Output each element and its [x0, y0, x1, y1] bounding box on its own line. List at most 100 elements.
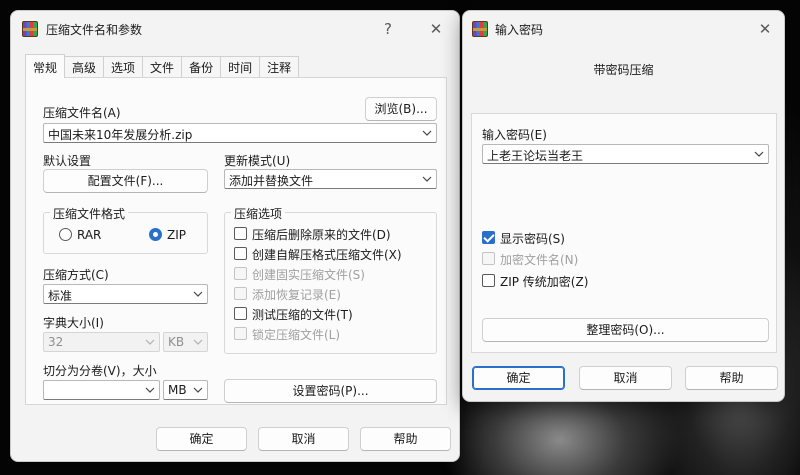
compression-options-title: 压缩选项 — [231, 205, 286, 222]
chevron-down-icon — [193, 387, 203, 393]
split-volumes-label: 切分为分卷(V)，大小 — [43, 364, 157, 378]
option-lock-archive[interactable]: 锁定压缩文件(L) — [234, 325, 434, 342]
tab-advanced[interactable]: 高级 — [64, 56, 105, 78]
encrypt-filenames-checkbox[interactable]: 加密文件名(N) — [482, 250, 682, 267]
organize-passwords-button[interactable]: 整理密码(O)... — [482, 318, 769, 342]
checkbox-icon — [234, 307, 247, 320]
checkbox-icon — [234, 287, 247, 300]
option-label: 添加恢复记录(E) — [252, 288, 341, 302]
archive-name-combobox[interactable]: 中国未来10年发展分析.zip — [43, 123, 437, 143]
header-text: 带密码压缩 — [593, 63, 654, 77]
dictionary-unit-value: KB — [168, 335, 185, 349]
checkbox-icon — [482, 252, 495, 265]
zip-legacy-encryption-checkbox[interactable]: ZIP 传统加密(Z) — [482, 272, 682, 289]
dictionary-unit-select[interactable]: KB — [163, 332, 208, 352]
tab-backup[interactable]: 备份 — [181, 56, 222, 78]
close-icon[interactable]: ✕ — [425, 19, 447, 39]
default-settings-label: 默认设置 — [43, 154, 92, 168]
ok-button[interactable]: 确定 — [156, 427, 247, 451]
chevron-down-icon — [754, 151, 764, 157]
update-mode-select[interactable]: 添加并替换文件 — [224, 169, 437, 189]
checkbox-icon — [234, 267, 247, 280]
chevron-down-icon — [145, 387, 155, 393]
encrypt-filenames-label: 加密文件名(N) — [500, 253, 579, 267]
password-panel: 输入密码(E) 上老王论坛当老王 显示密码(S) 加密文件名(N) ZIP 传统… — [471, 113, 777, 353]
compression-method-value: 标准 — [48, 289, 73, 303]
compression-method-select[interactable]: 标准 — [43, 284, 208, 304]
tab-options[interactable]: 选项 — [103, 56, 144, 78]
format-rar-label: RAR — [77, 228, 102, 242]
tab-time[interactable]: 时间 — [220, 56, 261, 78]
help-button[interactable]: 帮助 — [685, 366, 778, 390]
help-button[interactable]: 帮助 — [360, 427, 451, 451]
show-password-label: 显示密码(S) — [500, 232, 565, 246]
archive-name-label: 压缩文件名(A) — [43, 106, 121, 120]
update-mode-value: 添加并替换文件 — [229, 174, 314, 188]
winrar-app-icon — [22, 21, 38, 37]
compression-options-group: 压缩选项 压缩后删除原来的文件(D) 创建自解压格式压缩文件(X) 创建固实压缩… — [224, 205, 437, 354]
title-bar[interactable]: 压缩文件名和参数 ? ✕ — [11, 11, 459, 47]
checkbox-checked-icon — [482, 231, 495, 244]
show-password-checkbox[interactable]: 显示密码(S) — [482, 229, 682, 246]
checkbox-icon — [234, 227, 247, 240]
format-rar-radio[interactable]: RAR — [59, 227, 119, 243]
option-label: 创建自解压格式压缩文件(X) — [252, 248, 402, 262]
password-header: 带密码压缩 — [463, 47, 784, 113]
password-label: 输入密码(E) — [482, 128, 547, 142]
title-bar[interactable]: 输入密码 ✕ — [463, 11, 784, 47]
chevron-down-icon — [422, 176, 432, 182]
archive-name-value: 中国未来10年发展分析.zip — [48, 128, 193, 142]
dictionary-size-select[interactable]: 32 — [43, 332, 160, 352]
winrar-app-icon — [472, 21, 488, 37]
option-label: 锁定压缩文件(L) — [252, 328, 341, 342]
option-label: 压缩后删除原来的文件(D) — [252, 228, 391, 242]
option-recovery-record[interactable]: 添加恢复记录(E) — [234, 285, 434, 302]
option-delete-after[interactable]: 压缩后删除原来的文件(D) — [234, 225, 434, 242]
chevron-down-icon — [422, 130, 432, 136]
radio-selected-icon — [149, 228, 162, 241]
checkbox-icon — [482, 274, 495, 287]
tab-general[interactable]: 常规 — [25, 54, 66, 78]
chevron-down-icon — [145, 339, 155, 345]
set-password-button[interactable]: 设置密码(P)... — [224, 379, 437, 403]
checkbox-icon — [234, 327, 247, 340]
format-zip-label: ZIP — [167, 228, 186, 242]
option-label: 测试压缩的文件(T) — [252, 308, 353, 322]
close-icon[interactable]: ✕ — [754, 19, 776, 39]
password-value: 上老王论坛当老王 — [487, 149, 584, 163]
general-tab-panel: 压缩文件名(A) 浏览(B)... 中国未来10年发展分析.zip 默认设置 配… — [25, 77, 447, 405]
option-test-files[interactable]: 测试压缩的文件(T) — [234, 305, 434, 322]
tab-strip: 常规 高级 选项 文件 备份 时间 注释 — [25, 54, 300, 78]
dictionary-size-label: 字典大小(I) — [43, 316, 104, 330]
cancel-button[interactable]: 取消 — [258, 427, 349, 451]
password-input[interactable]: 上老王论坛当老王 — [482, 144, 769, 164]
archive-format-group: 压缩文件格式 RAR ZIP — [43, 205, 208, 254]
enter-password-dialog: 输入密码 ✕ 带密码压缩 输入密码(E) 上老王论坛当老王 显示密码(S) 加密… — [462, 10, 785, 402]
option-solid-archive[interactable]: 创建固实压缩文件(S) — [234, 265, 434, 282]
update-mode-label: 更新模式(U) — [224, 154, 291, 168]
help-titlebar-button[interactable]: ? — [377, 19, 399, 39]
format-zip-radio[interactable]: ZIP — [149, 227, 199, 243]
checkbox-icon — [234, 247, 247, 260]
option-create-sfx[interactable]: 创建自解压格式压缩文件(X) — [234, 245, 434, 262]
dictionary-size-value: 32 — [48, 335, 64, 349]
dialog-title: 输入密码 — [495, 23, 544, 37]
profiles-button[interactable]: 配置文件(F)... — [43, 169, 208, 193]
browse-button[interactable]: 浏览(B)... — [365, 97, 437, 121]
tab-comment[interactable]: 注释 — [259, 56, 300, 78]
option-label: 创建固实压缩文件(S) — [252, 268, 365, 282]
compression-method-label: 压缩方式(C) — [43, 268, 109, 282]
radio-icon — [59, 228, 72, 241]
ok-button[interactable]: 确定 — [472, 366, 565, 390]
split-unit-value: MB — [168, 383, 187, 397]
archive-settings-dialog: 压缩文件名和参数 ? ✕ 常规 高级 选项 文件 备份 时间 注释 压缩文件名(… — [10, 10, 460, 462]
dialog-title: 压缩文件名和参数 — [46, 23, 143, 37]
cancel-button[interactable]: 取消 — [579, 366, 672, 390]
chevron-down-icon — [193, 291, 203, 297]
tab-files[interactable]: 文件 — [142, 56, 183, 78]
chevron-down-icon — [193, 339, 203, 345]
zip-legacy-encryption-label: ZIP 传统加密(Z) — [500, 275, 589, 289]
split-size-combobox[interactable] — [43, 380, 160, 400]
archive-format-title: 压缩文件格式 — [50, 205, 129, 222]
split-unit-select[interactable]: MB — [163, 380, 208, 400]
